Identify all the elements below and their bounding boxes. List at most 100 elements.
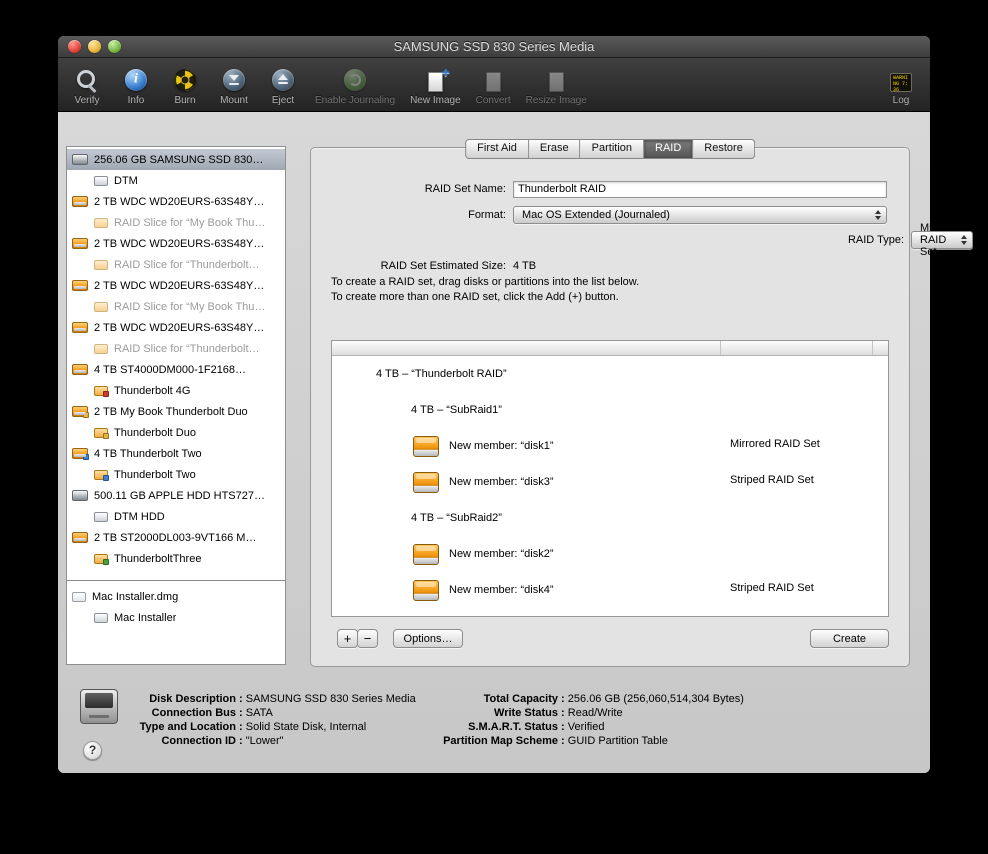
disk-badge-icon [83, 454, 89, 460]
sidebar-item-2-tb-my-book-thunderbolt-duo[interactable]: 2 TB My Book Thunderbolt Duo [67, 401, 285, 422]
close-button[interactable] [68, 40, 81, 53]
tab-raid[interactable]: RAID [644, 139, 694, 159]
info-row: Partition Map Scheme : GUID Partition Ta… [428, 735, 744, 749]
add-raid-set-button[interactable]: + [337, 629, 358, 648]
sidebar-item-mac-installer-dmg[interactable]: Mac Installer.dmg [67, 586, 285, 607]
toolbar-info-button[interactable]: Info [119, 62, 153, 106]
sidebar-item-4-tb-thunderbolt-two[interactable]: 4 TB Thunderbolt Two [67, 443, 285, 464]
toolbar-label: New Image [410, 95, 461, 106]
disk-info-right: Total Capacity : 256.06 GB (256,060,514,… [428, 693, 744, 749]
sidebar-item-raid-slice-for-my-book-thu[interactable]: RAID Slice for “My Book Thu… [67, 212, 285, 233]
tab-erase[interactable]: Erase [528, 139, 581, 159]
sidebar-item-thunderbolt-two[interactable]: Thunderbolt Two [67, 464, 285, 485]
disk-orange-icon [72, 238, 88, 249]
toolbar-mount-button[interactable]: Mount [217, 62, 251, 106]
volume-orange-icon [94, 385, 109, 397]
toolbar-label: Mount [220, 95, 248, 106]
sidebar-item-thunderbolt-4g[interactable]: Thunderbolt 4G [67, 380, 285, 401]
toolbar-log-button[interactable]: WARNING 7:36 Log [884, 62, 918, 106]
raid-row-new-member-disk1[interactable]: New member: “disk1” [332, 428, 888, 464]
raid-instructions: To create a RAID set, drag disks or part… [331, 275, 639, 305]
disk-badge-icon [103, 558, 109, 565]
options-button[interactable]: Options… [393, 629, 463, 648]
help-button[interactable]: ? [83, 741, 102, 760]
raid-row-label: New member: “disk3” [449, 476, 554, 488]
titlebar[interactable]: SAMSUNG SSD 830 Series Media [58, 36, 930, 58]
raid-row-new-member-disk2[interactable]: New member: “disk2” [332, 536, 888, 572]
toolbar-verify-button[interactable]: Verify [70, 62, 104, 106]
raid-actions: + − Options… Create [311, 629, 909, 649]
toolbar-burn-button[interactable]: Burn [168, 62, 202, 106]
disk-orange-icon [72, 280, 88, 291]
raid-row-label: 4 TB – “SubRaid2” [411, 512, 502, 524]
toolbar-label: Convert [475, 95, 511, 106]
convert-icon [485, 72, 501, 92]
sidebar-item-dtm-hdd[interactable]: DTM HDD [67, 506, 285, 527]
zoom-button[interactable] [108, 40, 121, 53]
toolbar-label: Resize Image [525, 95, 587, 106]
tab-restore[interactable]: Restore [693, 139, 755, 159]
sidebar-item-label: Thunderbolt Duo [114, 426, 196, 439]
raid-row-new-member-disk4[interactable]: New member: “disk4” [332, 572, 888, 608]
raid-row-4-tb-thunderbolt-raid[interactable]: 4 TB – “Thunderbolt RAID” Mirrored RAID … [332, 356, 888, 450]
info-value: Solid State Disk, Internal [245, 721, 367, 733]
disk-info-left: Disk Description : SAMSUNG SSD 830 Serie… [116, 693, 416, 749]
volume-orange-icon [94, 427, 109, 439]
toolbar-new-image-button[interactable]: New Image [410, 62, 461, 106]
sidebar-item-thunderboltthree[interactable]: ThunderboltThree [67, 548, 285, 569]
sidebar-item-2-tb-wdc-wd20eurs-63s48y[interactable]: 2 TB WDC WD20EURS-63S48Y… [67, 275, 285, 296]
info-value: SATA [245, 707, 273, 719]
sidebar-item-dtm[interactable]: DTM [67, 170, 285, 191]
sidebar-item-label: RAID Slice for “My Book Thu… [114, 300, 266, 313]
info-row: Type and Location : Solid State Disk, In… [116, 721, 416, 735]
tab-bar: First Aid Erase Partition RAID Restore [465, 139, 755, 159]
info-value: Verified [567, 721, 605, 733]
estimated-size-label: RAID Set Estimated Size: [380, 260, 506, 272]
create-button[interactable]: Create [810, 629, 889, 648]
popup-arrows-icon [875, 210, 881, 220]
format-select[interactable]: Mac OS Extended (Journaled) [513, 206, 887, 224]
tab-first-aid[interactable]: First Aid [465, 139, 529, 159]
raid-type-select[interactable]: Mirrored RAID Set [911, 222, 973, 258]
toolbar-convert-button[interactable]: Convert [476, 62, 511, 106]
toolbar-eject-button[interactable]: Eject [266, 62, 300, 106]
remove-raid-set-button[interactable]: − [357, 629, 378, 648]
info-label: Partition Map Scheme [443, 735, 558, 747]
sidebar-item-mac-installer[interactable]: Mac Installer [67, 607, 285, 628]
raid-row-new-member-disk3[interactable]: New member: “disk3” [332, 464, 888, 500]
sidebar-item-label: 500.11 GB APPLE HDD HTS727… [94, 489, 265, 502]
raid-set-name-input[interactable] [513, 180, 887, 198]
volume-orange-icon [94, 469, 109, 481]
sidebar-item-2-tb-wdc-wd20eurs-63s48y[interactable]: 2 TB WDC WD20EURS-63S48Y… [67, 317, 285, 338]
sidebar-item-raid-slice-for-my-book-thu[interactable]: RAID Slice for “My Book Thu… [67, 296, 285, 317]
toolbar-enable-journaling-button[interactable]: Enable Journaling [315, 62, 395, 106]
sidebar-item-thunderbolt-duo[interactable]: Thunderbolt Duo [67, 422, 285, 443]
raid-row-4-tb-subraid2[interactable]: 4 TB – “SubRaid2” Striped RAID Set [332, 500, 888, 594]
raid-row-label: New member: “disk2” [449, 548, 554, 560]
info-row: Write Status : Read/Write [428, 707, 744, 721]
volume-orange-icon [94, 343, 108, 354]
sidebar-item-2-tb-st2000dl003-9vt166-m[interactable]: 2 TB ST2000DL003-9VT166 M… [67, 527, 285, 548]
toolbar-resize-image-button[interactable]: Resize Image [526, 62, 587, 106]
sidebar-item-2-tb-wdc-wd20eurs-63s48y[interactable]: 2 TB WDC WD20EURS-63S48Y… [67, 233, 285, 254]
toolbar-label: Burn [174, 95, 196, 106]
info-row: Connection Bus : SATA [116, 707, 416, 721]
toolbar: Verify Info Burn Mount Eject Enable Jour… [58, 58, 930, 112]
sidebar-item-2-tb-wdc-wd20eurs-63s48y[interactable]: 2 TB WDC WD20EURS-63S48Y… [67, 191, 285, 212]
raid-list-body: 4 TB – “Thunderbolt RAID” Mirrored RAID … [332, 356, 888, 616]
sidebar-item-raid-slice-for-thunderbolt[interactable]: RAID Slice for “Thunderbolt… [67, 254, 285, 275]
disk-badge-icon [103, 390, 109, 397]
sidebar-item-label: Mac Installer.dmg [92, 590, 179, 603]
sidebar-item-500-11-gb-apple-hdd-hts727[interactable]: 500.11 GB APPLE HDD HTS727… [67, 485, 285, 506]
minimize-button[interactable] [88, 40, 101, 53]
sidebar-item-label: RAID Slice for “Thunderbolt… [114, 258, 260, 271]
instruction-line: To create a RAID set, drag disks or part… [331, 276, 640, 288]
resize-image-icon [548, 72, 564, 92]
sidebar-item-256-06-gb-samsung-ssd-830[interactable]: 256.06 GB SAMSUNG SSD 830… [67, 149, 285, 170]
volume-gray-icon [94, 612, 108, 623]
tab-partition[interactable]: Partition [580, 139, 645, 159]
raid-row-4-tb-subraid1[interactable]: 4 TB – “SubRaid1” Striped RAID Set [332, 392, 888, 486]
sidebar-item-raid-slice-for-thunderbolt[interactable]: RAID Slice for “Thunderbolt… [67, 338, 285, 359]
sidebar-item-4-tb-st4000dm000-1f2168[interactable]: 4 TB ST4000DM000-1F2168… [67, 359, 285, 380]
raid-list-header [332, 341, 888, 356]
